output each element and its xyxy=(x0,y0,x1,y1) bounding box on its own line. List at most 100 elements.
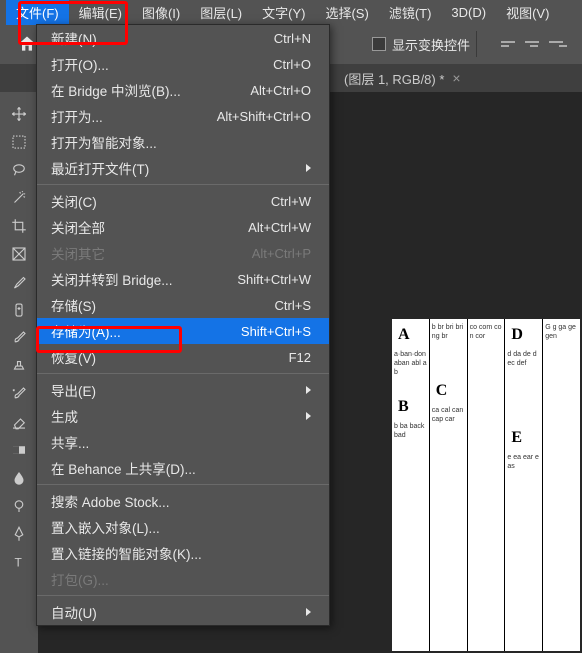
lasso-tool[interactable] xyxy=(2,156,36,184)
menu-3d[interactable]: 3D(D) xyxy=(441,2,496,23)
healing-brush-tool[interactable] xyxy=(2,296,36,324)
menu-item-open-as-smart-object[interactable]: 打开为智能对象... xyxy=(37,129,329,155)
chevron-right-icon xyxy=(306,412,311,420)
show-transform-label: 显示变换控件 xyxy=(392,35,470,54)
tab-title: (图层 1, RGB/8) * xyxy=(344,69,444,88)
menu-shortcut: F12 xyxy=(289,350,311,365)
doc-text: d da de dec def xyxy=(507,350,540,368)
menu-item-share[interactable]: 共享... xyxy=(37,429,329,455)
clone-stamp-tool[interactable] xyxy=(2,352,36,380)
type-tool[interactable]: T xyxy=(2,548,36,576)
crop-tool[interactable] xyxy=(2,212,36,240)
blur-tool[interactable] xyxy=(2,464,36,492)
menu-item-label: 新建(N)... xyxy=(51,28,108,48)
menu-item-revert[interactable]: 恢复(V)F12 xyxy=(37,344,329,370)
close-icon[interactable]: × xyxy=(452,70,460,86)
menu-shortcut: Alt+Shift+Ctrl+O xyxy=(217,109,311,124)
doc-text: a·ban·don aban abl ab xyxy=(394,350,427,377)
document-image: A a·ban·don aban abl ab B b ba back bad … xyxy=(392,319,580,651)
menu-edit[interactable]: 编辑(E) xyxy=(69,0,132,25)
align-center-icon[interactable] xyxy=(525,37,543,51)
eraser-tool[interactable] xyxy=(2,408,36,436)
doc-col-3: co com con cor xyxy=(468,319,506,651)
align-left-icon[interactable] xyxy=(501,37,519,51)
menu-item-browse-in-bridge[interactable]: 在 Bridge 中浏览(B)...Alt+Ctrl+O xyxy=(37,77,329,103)
menu-shortcut: Ctrl+W xyxy=(271,194,311,209)
menu-item-label: 自动(U) xyxy=(51,602,97,622)
pen-tool[interactable] xyxy=(2,520,36,548)
eyedropper-tool[interactable] xyxy=(2,268,36,296)
menu-image[interactable]: 图像(I) xyxy=(132,0,190,25)
menu-separator xyxy=(37,373,329,374)
menu-shortcut: Alt+Ctrl+W xyxy=(248,220,311,235)
tools-panel: T xyxy=(0,92,38,653)
menu-item-label: 打开(O)... xyxy=(51,54,109,74)
menu-item-label: 共享... xyxy=(51,432,89,452)
menu-item-open-as[interactable]: 打开为...Alt+Shift+Ctrl+O xyxy=(37,103,329,129)
divider xyxy=(476,31,477,57)
doc-col-4: D d da de dec def E e ea ear eas xyxy=(505,319,543,651)
menu-item-label: 存储为(A)... xyxy=(51,321,121,341)
doc-col-2: b br bri bring br C ca cal can cap car xyxy=(430,319,468,651)
file-menu-dropdown: 新建(N)...Ctrl+N 打开(O)... Ctrl+O 在 Bridge 中浏览… xyxy=(36,24,330,626)
menu-item-search-adobe-stock[interactable]: 搜索 Adobe Stock... xyxy=(37,488,329,514)
chevron-right-icon xyxy=(306,608,311,616)
doc-text: G g ga ge gen xyxy=(545,323,578,341)
menu-item-share-on-behance[interactable]: 在 Behance 上共享(D)... xyxy=(37,455,329,481)
align-right-icon[interactable] xyxy=(549,37,567,51)
magic-wand-tool[interactable] xyxy=(2,184,36,212)
menu-file[interactable]: 文件(F) xyxy=(6,0,69,25)
menu-item-label: 置入链接的智能对象(K)... xyxy=(51,543,202,563)
menu-item-label: 在 Behance 上共享(D)... xyxy=(51,458,196,478)
menu-shortcut: Alt+Ctrl+P xyxy=(252,246,311,261)
menu-shortcut: Ctrl+O xyxy=(273,57,311,72)
menu-view[interactable]: 视图(V) xyxy=(496,0,559,25)
menu-filter[interactable]: 滤镜(T) xyxy=(379,0,442,25)
show-transform-controls[interactable]: 显示变换控件 xyxy=(372,35,470,54)
checkbox-icon[interactable] xyxy=(372,37,386,51)
move-tool[interactable] xyxy=(2,100,36,128)
doc-text: b br bri bring br xyxy=(432,323,465,341)
menu-select[interactable]: 选择(S) xyxy=(315,0,378,25)
menu-item-label: 存储(S) xyxy=(51,295,96,315)
menu-item-open[interactable]: 打开(O)... Ctrl+O xyxy=(37,51,329,77)
menu-item-label: 最近打开文件(T) xyxy=(51,158,149,178)
menu-item-place-linked[interactable]: 置入链接的智能对象(K)... xyxy=(37,540,329,566)
menu-item-label: 关闭全部 xyxy=(51,217,105,237)
menu-item-close[interactable]: 关闭(C)Ctrl+W xyxy=(37,188,329,214)
menu-item-generate[interactable]: 生成 xyxy=(37,403,329,429)
dodge-tool[interactable] xyxy=(2,492,36,520)
menu-item-close-go-to-bridge[interactable]: 关闭并转到 Bridge...Shift+Ctrl+W xyxy=(37,266,329,292)
marquee-tool[interactable] xyxy=(2,128,36,156)
menu-type[interactable]: 文字(Y) xyxy=(252,0,315,25)
menu-item-automate[interactable]: 自动(U) xyxy=(37,599,329,625)
home-icon xyxy=(17,34,37,54)
menu-shortcut: Shift+Ctrl+W xyxy=(237,272,311,287)
menu-item-close-all[interactable]: 关闭全部 Alt+Ctrl+W xyxy=(37,214,329,240)
doc-text: ca cal can cap car xyxy=(432,406,465,424)
menu-item-save-as[interactable]: 存储为(A)... Shift+Ctrl+S xyxy=(37,318,329,344)
doc-letter-d: D xyxy=(511,325,540,346)
document-tab[interactable]: (图层 1, RGB/8) * × xyxy=(334,64,471,93)
frame-tool[interactable] xyxy=(2,240,36,268)
menu-item-package: 打包(G)... xyxy=(37,566,329,592)
menu-item-open-recent[interactable]: 最近打开文件(T) xyxy=(37,155,329,181)
menu-item-new[interactable]: 新建(N)...Ctrl+N xyxy=(37,25,329,51)
menu-item-label: 生成 xyxy=(51,406,78,426)
doc-col-1: A a·ban·don aban abl ab B b ba back bad xyxy=(392,319,430,651)
menu-item-place-embedded[interactable]: 置入嵌入对象(L)... xyxy=(37,514,329,540)
menu-item-save[interactable]: 存储(S) Ctrl+S xyxy=(37,292,329,318)
menu-shortcut: Alt+Ctrl+O xyxy=(250,83,311,98)
menu-item-label: 关闭其它 xyxy=(51,243,105,263)
brush-tool[interactable] xyxy=(2,324,36,352)
history-brush-tool[interactable] xyxy=(2,380,36,408)
menu-shortcut: Shift+Ctrl+S xyxy=(241,324,311,339)
menu-shortcut: Ctrl+S xyxy=(275,298,311,313)
menu-layer[interactable]: 图层(L) xyxy=(190,0,252,25)
chevron-right-icon xyxy=(306,386,311,394)
doc-letter-e: E xyxy=(511,428,540,449)
menu-item-label: 导出(E) xyxy=(51,380,96,400)
chevron-right-icon xyxy=(306,164,311,172)
menu-item-export[interactable]: 导出(E) xyxy=(37,377,329,403)
gradient-tool[interactable] xyxy=(2,436,36,464)
